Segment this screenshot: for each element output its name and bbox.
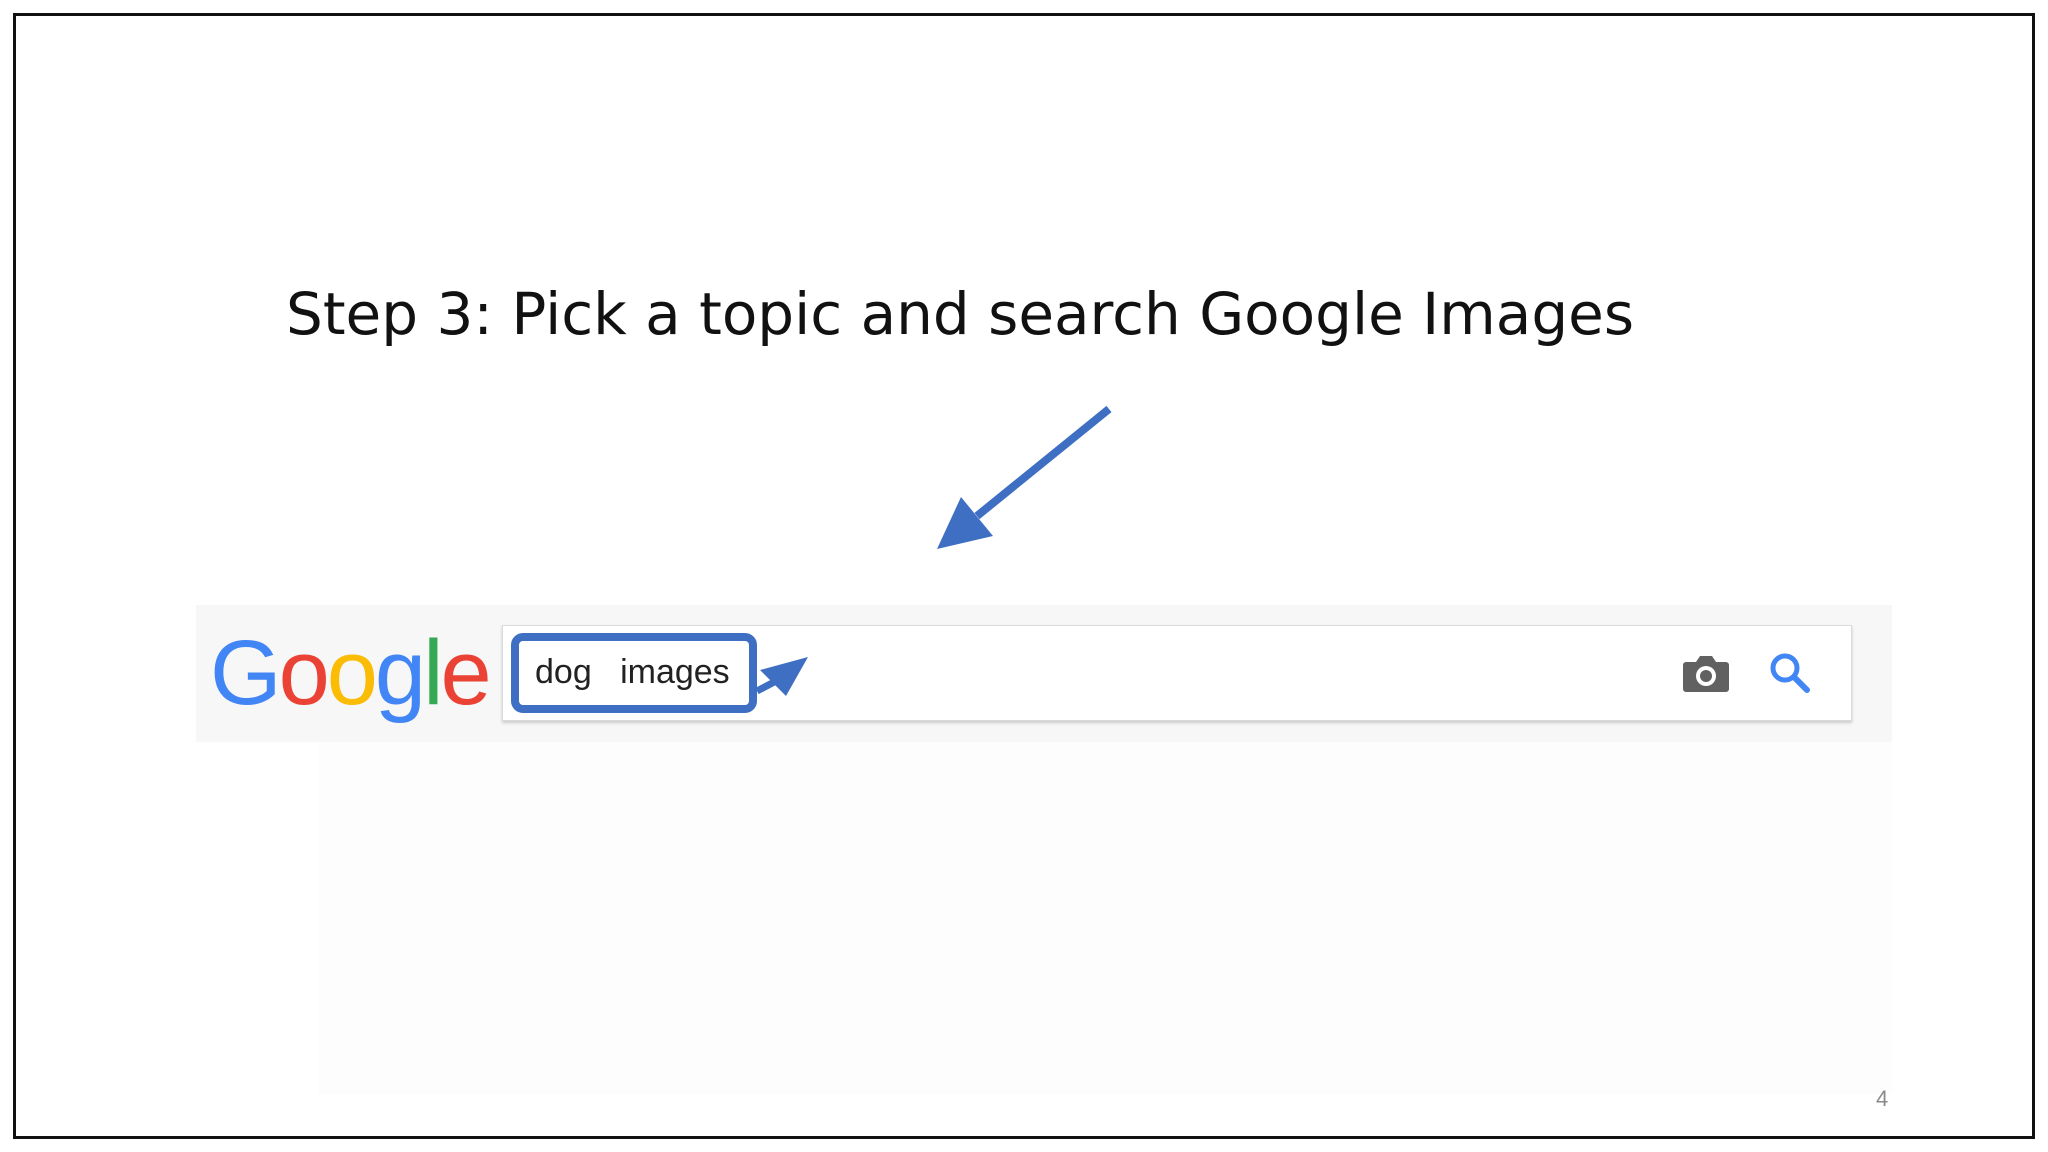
search-query[interactable]: dog images — [535, 647, 730, 697]
camera-icon[interactable] — [1680, 648, 1730, 698]
logo-letter: o — [278, 622, 330, 724]
slide-title: Step 3: Pick a topic and search Google I… — [286, 280, 1635, 348]
logo-letter: g — [374, 622, 426, 724]
results-area — [318, 742, 1892, 1094]
logo-letter: o — [326, 622, 378, 724]
google-logo[interactable]: Google — [210, 618, 492, 728]
page-number: 4 — [1876, 1086, 1889, 1111]
logo-letter: l — [423, 622, 444, 724]
logo-letter: G — [210, 622, 282, 724]
logo-letter: e — [440, 622, 492, 724]
search-icon[interactable] — [1765, 648, 1815, 698]
